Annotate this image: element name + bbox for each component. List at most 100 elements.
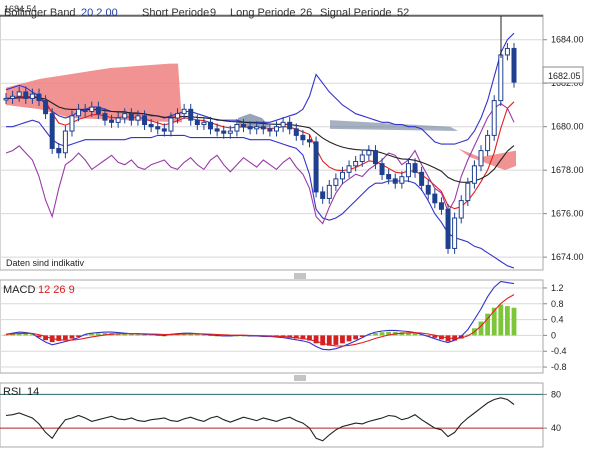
candle-body: [452, 217, 458, 249]
candle-body: [10, 95, 16, 99]
candle-body: [241, 124, 247, 128]
macd-tick-label: 1.2: [551, 283, 564, 293]
candle-body: [102, 113, 108, 121]
candle-body: [175, 113, 181, 119]
candle-body: [56, 147, 62, 154]
candle-body: [135, 115, 141, 121]
candle-body: [498, 54, 504, 102]
candle-body: [43, 100, 49, 115]
candle-body: [227, 130, 233, 134]
legend-bollinger-name: Bollinger Band: [4, 7, 76, 19]
candle-body: [419, 171, 425, 186]
macd-histogram-bar: [62, 335, 68, 340]
macd-histogram-bar: [373, 333, 378, 336]
candle-body: [89, 106, 95, 112]
candle-body: [148, 124, 154, 128]
candle-body: [339, 171, 345, 180]
candle-body: [425, 184, 431, 195]
candle-body: [280, 121, 286, 128]
macd-params: 12 26 9: [38, 284, 75, 296]
candle-body: [366, 150, 372, 156]
candle-body: [234, 124, 240, 132]
panel-resize-handle-2[interactable]: [0, 374, 600, 382]
candle-body: [445, 208, 451, 249]
candle-body: [3, 97, 9, 101]
indicative-notice: Daten sind indikativ: [6, 258, 85, 268]
legend-long-params: 26: [300, 7, 312, 19]
legend-short-params: 9: [210, 7, 216, 19]
macd-histogram-bar: [69, 335, 75, 339]
candle-body: [142, 115, 148, 126]
chart-stage: 1674.001676.001678.001680.001682.001684.…: [0, 0, 600, 449]
macd-histogram-bar: [412, 333, 418, 336]
rsi-label: RSI: [3, 386, 21, 398]
candle-body: [194, 119, 200, 126]
candle-body: [300, 134, 306, 141]
candle-body: [181, 108, 187, 115]
candle-body: [511, 47, 517, 83]
candle-body: [155, 126, 161, 130]
candle-body: [386, 174, 392, 180]
legend-bollinger-params: 20 2.00: [81, 7, 118, 19]
candle-body: [478, 150, 484, 167]
legend-signal-params: 52: [397, 7, 409, 19]
candle-body: [109, 119, 115, 123]
candle-body: [221, 130, 227, 134]
legend-signal-name: Signal Periode: [320, 7, 392, 19]
candle-body: [76, 108, 82, 117]
candle-body: [438, 202, 444, 210]
candle-body: [161, 128, 167, 132]
candle-body: [168, 117, 174, 132]
candle-body: [254, 126, 260, 130]
candle-body: [471, 165, 477, 184]
candle-body: [16, 91, 22, 97]
candle-body: [379, 163, 385, 176]
candle-body: [188, 108, 194, 121]
price-tick-label: 1674.00: [551, 252, 584, 262]
candle-body: [359, 154, 365, 162]
candle-body: [465, 182, 471, 202]
candle-body: [247, 126, 253, 130]
candle-body: [23, 91, 29, 99]
macd-histogram-bar: [498, 304, 504, 336]
macd-histogram-bar: [333, 335, 339, 345]
candle-body: [432, 193, 438, 204]
candle-body: [62, 130, 68, 154]
candle-body: [208, 121, 214, 130]
macd-tick-label: 0.8: [551, 299, 564, 309]
panel-resize-handle-1[interactable]: [0, 271, 600, 279]
macd-tick-label: 0.4: [551, 315, 564, 325]
candle-body: [128, 113, 134, 121]
candle-body: [49, 113, 55, 149]
macd-histogram-bar: [340, 335, 345, 344]
macd-tick-label: 0: [551, 330, 556, 340]
candle-body: [326, 184, 332, 199]
macd-histogram-bar: [379, 332, 385, 336]
candle-body: [346, 165, 352, 173]
rsi-tick-label: 40: [551, 423, 561, 433]
candle-body: [293, 128, 299, 136]
candle-body: [392, 178, 398, 184]
candle-body: [273, 126, 279, 132]
rsi-tick-label: 80: [551, 389, 561, 399]
candle-body: [115, 117, 121, 123]
candle-body: [458, 200, 464, 219]
candle-body: [399, 176, 405, 184]
candle-body: [201, 121, 207, 126]
candle-body: [333, 178, 339, 186]
chart-svg: 1674.001676.001678.001680.001682.001684.…: [0, 0, 600, 449]
price-tick-label: 1678.00: [551, 165, 584, 175]
candle-body: [214, 128, 220, 132]
price-tick-label: 1676.00: [551, 209, 584, 219]
legend-long-name: Long Periode: [230, 7, 295, 19]
macd-histogram-bar: [89, 333, 95, 336]
macd-histogram-bar: [128, 334, 134, 336]
candle-body: [353, 160, 359, 167]
candle-body: [82, 108, 88, 112]
macd-histogram-bar: [511, 307, 517, 336]
candle-body: [267, 128, 273, 132]
candle-body: [412, 163, 418, 173]
candle-body: [491, 100, 497, 136]
legend-short-name: Short Periode: [142, 7, 209, 19]
candle-body: [313, 141, 319, 193]
